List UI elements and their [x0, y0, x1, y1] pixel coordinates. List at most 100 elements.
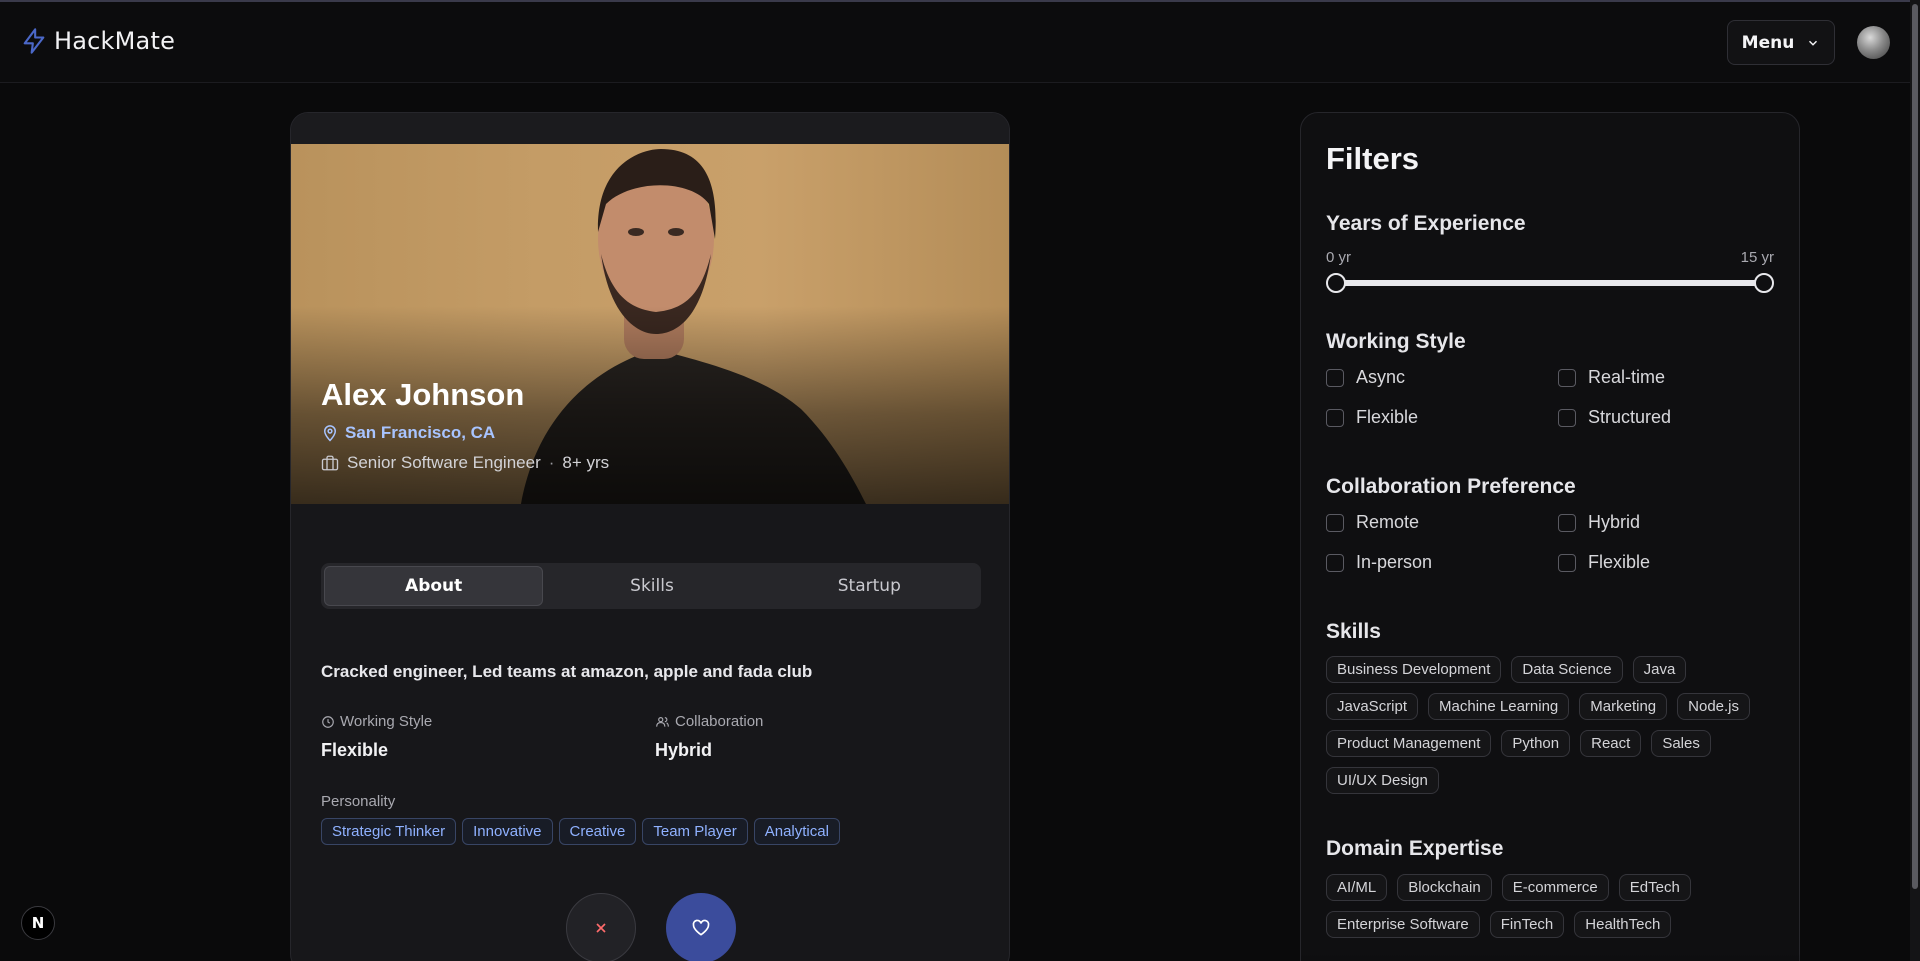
domain-tag[interactable]: E-commerce — [1501, 874, 1609, 901]
working-style-heading: Working Style — [1326, 330, 1466, 353]
skill-tag[interactable]: Sales — [1651, 730, 1711, 757]
clock-icon — [322, 715, 334, 728]
brand-name: HackMate — [54, 27, 176, 55]
menu-button[interactable]: Menu — [1727, 20, 1835, 65]
checkbox-box[interactable] — [1326, 513, 1344, 532]
checkbox-structured[interactable]: Structured — [1558, 407, 1671, 428]
profile-photo: Alex Johnson San Francisco, CA Senior So… — [291, 144, 1009, 504]
domain-tag[interactable]: Enterprise Software — [1326, 911, 1480, 938]
skill-tag[interactable]: Python — [1501, 730, 1571, 757]
heart-icon — [692, 919, 710, 936]
checkbox-async[interactable]: Async — [1326, 367, 1405, 388]
checkbox-box[interactable] — [1558, 553, 1576, 572]
skill-tag[interactable]: Java — [1632, 656, 1687, 683]
role-text: Senior Software Engineer — [347, 453, 541, 472]
experience-max-label: 15 yr — [1740, 249, 1774, 266]
personality-label: Personality — [321, 793, 396, 810]
domain-tag[interactable]: EdTech — [1618, 874, 1691, 901]
skill-tag[interactable]: Machine Learning — [1428, 693, 1570, 720]
checkbox-label: Structured — [1588, 407, 1672, 427]
personality-tag: Team Player — [642, 818, 748, 845]
experience-min-label: 0 yr — [1326, 249, 1352, 266]
domain-heading: Domain Expertise — [1326, 837, 1504, 860]
map-pin-icon — [323, 425, 337, 442]
experience-slider-max-handle[interactable] — [1754, 273, 1774, 293]
domain-tag[interactable]: AI/ML — [1326, 874, 1388, 901]
domain-tag[interactable]: FinTech — [1489, 911, 1565, 938]
checkbox-label: Flexible — [1588, 552, 1651, 572]
working-style-label-text: Working Style — [340, 713, 433, 730]
skills-heading: Skills — [1326, 620, 1381, 643]
skill-tag[interactable]: React — [1580, 730, 1642, 757]
experience-slider-min-handle[interactable] — [1326, 273, 1346, 293]
checkbox-flexible-collab[interactable]: Flexible — [1558, 552, 1650, 573]
profile-card: Alex Johnson San Francisco, CA Senior So… — [290, 112, 1010, 961]
scrollbar-thumb[interactable] — [1912, 4, 1918, 889]
checkbox-box[interactable] — [1326, 408, 1344, 427]
skill-tag[interactable]: Business Development — [1326, 656, 1502, 683]
scroll-fade — [1301, 953, 1801, 961]
user-avatar[interactable] — [1857, 26, 1890, 59]
card-header-strip — [291, 113, 1009, 144]
collaboration-label-text: Collaboration — [675, 713, 764, 730]
checkbox-label: Hybrid — [1588, 512, 1641, 532]
location-text: San Francisco, CA — [345, 423, 496, 442]
domain-tag[interactable]: Blockchain — [1397, 874, 1492, 901]
filters-panel: Filters Years of Experience 0 yr 15 yr W… — [1300, 112, 1801, 961]
checkbox-real-time[interactable]: Real-time — [1558, 367, 1665, 388]
personality-tag: Innovative — [462, 818, 553, 845]
checkbox-remote[interactable]: Remote — [1326, 512, 1419, 533]
personality-tags: Strategic Thinker Innovative Creative Te… — [321, 818, 840, 845]
chevron-down-icon — [1809, 40, 1818, 46]
personality-tag: Creative — [558, 818, 637, 845]
tab-skills[interactable]: Skills — [543, 566, 760, 606]
users-icon — [656, 716, 669, 727]
checkbox-hybrid[interactable]: Hybrid — [1558, 512, 1640, 533]
checkbox-box[interactable] — [1558, 408, 1576, 427]
separator-dot: · — [548, 453, 555, 472]
skill-tag[interactable]: Marketing — [1579, 693, 1668, 720]
checkbox-box[interactable] — [1326, 368, 1344, 387]
checkbox-in-person[interactable]: In-person — [1326, 552, 1432, 573]
menu-label: Menu — [1741, 32, 1795, 53]
reject-button[interactable] — [566, 893, 636, 961]
skill-tag[interactable]: UI/UX Design — [1326, 767, 1439, 794]
collaboration-label: Collaboration — [655, 713, 763, 730]
dev-tools-badge[interactable]: N — [21, 906, 55, 940]
experience-text: 8+ yrs — [562, 453, 610, 472]
checkbox-box[interactable] — [1558, 513, 1576, 532]
working-style-value: Flexible — [321, 740, 389, 760]
tab-about[interactable]: About — [324, 566, 544, 606]
personality-tag: Analytical — [753, 818, 840, 845]
profile-name: Alex Johnson — [321, 377, 525, 412]
domain-tag[interactable]: HealthTech — [1574, 911, 1672, 938]
checkbox-box[interactable] — [1558, 368, 1576, 387]
skill-tag[interactable]: Node.js — [1677, 693, 1750, 720]
checkbox-flexible-style[interactable]: Flexible — [1326, 407, 1418, 428]
working-style-label: Working Style — [321, 713, 432, 730]
profile-role: Senior Software Engineer · 8+ yrs — [321, 453, 609, 473]
about-text: Cracked engineer, Led teams at amazon, a… — [321, 662, 813, 681]
checkbox-label: Real-time — [1588, 367, 1666, 387]
photo-gradient — [291, 144, 1009, 504]
checkbox-box[interactable] — [1326, 553, 1344, 572]
top-navbar: HackMate Menu — [0, 2, 1910, 83]
tab-startup[interactable]: Startup — [761, 566, 978, 606]
experience-slider-track[interactable] — [1336, 280, 1764, 286]
skill-tag[interactable]: Product Management — [1326, 730, 1492, 757]
collaboration-block: Collaboration Hybrid — [655, 713, 763, 761]
domain-tag-list: AI/ML Blockchain E-commerce EdTech Enter… — [1326, 874, 1786, 938]
working-style-block: Working Style Flexible — [321, 713, 432, 761]
brand-logo[interactable]: HackMate — [20, 26, 175, 56]
checkbox-label: Async — [1356, 367, 1406, 387]
collaboration-heading: Collaboration Preference — [1326, 475, 1576, 498]
page-scrollbar[interactable] — [1910, 0, 1920, 961]
close-icon — [596, 923, 606, 933]
lightning-icon — [23, 28, 45, 54]
personality-tag: Strategic Thinker — [321, 818, 457, 845]
like-button[interactable] — [666, 893, 736, 961]
skill-tag[interactable]: Data Science — [1511, 656, 1623, 683]
skill-tag[interactable]: JavaScript — [1326, 693, 1419, 720]
checkbox-label: Flexible — [1356, 407, 1419, 427]
filters-title: Filters — [1326, 141, 1420, 176]
